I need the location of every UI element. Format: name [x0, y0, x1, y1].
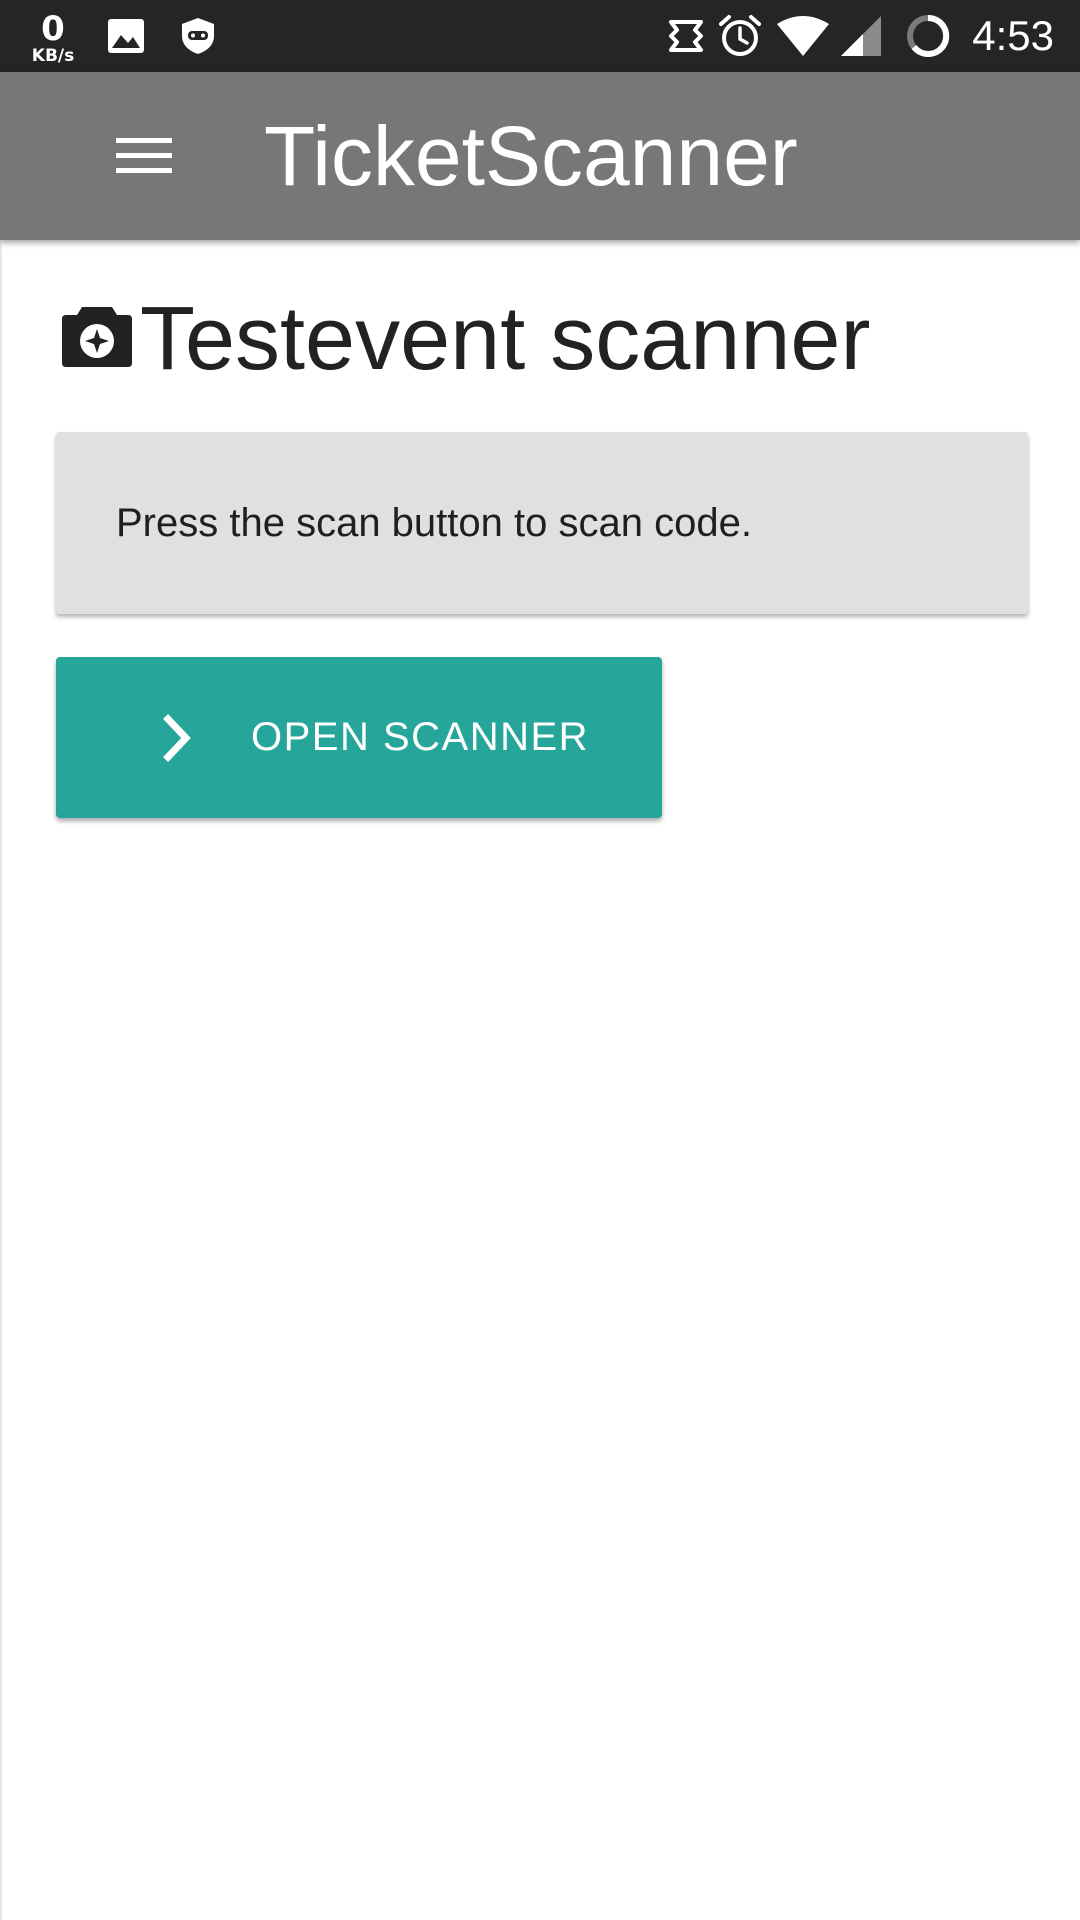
- info-panel: Press the scan button to scan code.: [56, 432, 1028, 614]
- battery-icon: [904, 0, 952, 72]
- network-speed-value: 0: [41, 8, 65, 49]
- signal-icon: [836, 0, 884, 72]
- menu-button[interactable]: [96, 120, 192, 192]
- open-scanner-label: OPEN SCANNER: [251, 715, 590, 759]
- alarm-icon: [716, 0, 764, 72]
- status-bar: 0 KB/s 4:53: [0, 0, 1080, 72]
- app-bar: TicketScanner: [0, 72, 1080, 240]
- hamburger-menu-icon: [116, 138, 172, 173]
- main-content: Testevent scanner Press the scan button …: [0, 240, 1080, 1920]
- gallery-icon: [104, 0, 148, 72]
- shield-icon: [176, 0, 220, 72]
- app-title: TicketScanner: [264, 109, 798, 203]
- page-title: Testevent scanner: [140, 288, 871, 389]
- wifi-icon: [774, 0, 832, 72]
- page-heading: Testevent scanner: [60, 284, 870, 394]
- sync-icon: [664, 0, 708, 72]
- network-speed-unit: KB/s: [31, 45, 75, 66]
- chevron-right-icon: [163, 714, 191, 762]
- info-message: Press the scan button to scan code.: [116, 501, 752, 545]
- camera-icon: [62, 307, 132, 367]
- network-speed-indicator: 0 KB/s: [22, 0, 84, 72]
- status-clock: 4:53: [972, 12, 1054, 59]
- open-scanner-button[interactable]: OPEN SCANNER: [56, 657, 662, 818]
